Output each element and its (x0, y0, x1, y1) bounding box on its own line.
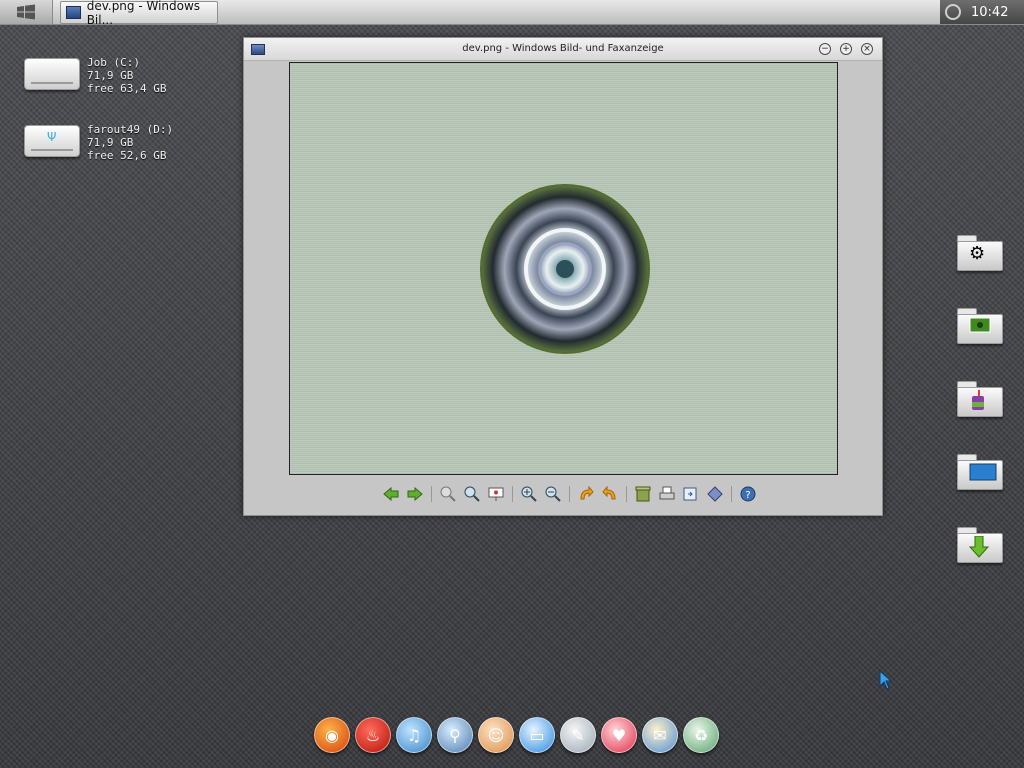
drive-name: farout49 (D:) (87, 123, 174, 136)
rotate-clockwise-icon[interactable] (577, 485, 595, 503)
drive-size: 71,9 GB (87, 69, 134, 82)
taskbar-window-button[interactable]: dev.png - Windows Bil... (60, 0, 218, 27)
image-display (289, 62, 838, 475)
taskbar-window-label: dev.png - Windows Bil... (86, 0, 201, 27)
toolbar-separator (431, 486, 432, 502)
print-icon[interactable] (658, 485, 676, 503)
minimize-button[interactable]: − (819, 43, 831, 55)
slideshow-icon[interactable] (487, 485, 505, 503)
windows-logo-icon (17, 4, 35, 20)
paint-icon[interactable]: ✎ (560, 717, 596, 753)
burn-icon[interactable]: ♨ (355, 717, 391, 753)
cup-icon (969, 390, 987, 417)
toolbar-separator (512, 486, 513, 502)
viewer-toolbar: ? (379, 485, 760, 503)
next-image-icon[interactable] (406, 485, 424, 503)
zoom-out-icon[interactable] (544, 485, 562, 503)
start-button[interactable] (0, 0, 53, 24)
window-icon (969, 463, 997, 486)
svg-text:?: ? (745, 490, 750, 501)
delete-icon[interactable] (634, 485, 652, 503)
firefox-icon[interactable]: ◉ (314, 717, 350, 753)
downloads-folder[interactable] (957, 527, 1003, 563)
toolbar-separator (569, 486, 570, 502)
maximize-button[interactable]: + (840, 43, 852, 55)
mail-icon[interactable]: ✉ (642, 717, 678, 753)
dock: ◉ ♨ ♫ ⚲ ☺ ▭ ✎ ♥ ✉ ♻ (314, 717, 724, 753)
window-titlebar[interactable]: dev.png - Windows Bild- und Faxanzeige −… (244, 38, 882, 61)
joystick-icon[interactable]: ⚲ (437, 717, 473, 753)
download-arrow-icon (968, 535, 990, 563)
help-icon[interactable]: ? (739, 485, 757, 503)
toolbar-separator (626, 486, 627, 502)
best-fit-icon[interactable] (439, 485, 457, 503)
usb-drive-icon: Ψ (24, 125, 80, 157)
clock: 10:42 (971, 4, 1009, 20)
system-tray: 10:42 (940, 0, 1024, 24)
copy-to-icon[interactable] (682, 485, 700, 503)
drinks-folder[interactable] (957, 381, 1003, 417)
taskbar: dev.png - Windows Bil... 10:42 (0, 0, 1024, 27)
heart-icon[interactable]: ♥ (601, 717, 637, 753)
drive-name: Job (C:) (87, 56, 140, 69)
image-viewer-window: dev.png - Windows Bild- und Faxanzeige −… (243, 37, 883, 516)
image-viewer-icon (66, 6, 81, 19)
recycle-bin-icon[interactable]: ♻ (683, 717, 719, 753)
hamster-icon[interactable]: ☺ (478, 717, 514, 753)
disc-image (480, 184, 650, 354)
settings-folder[interactable]: ⚙ (957, 235, 1003, 271)
mouse-cursor-icon (879, 670, 893, 690)
gear-icon: ⚙ (969, 243, 986, 264)
close-button[interactable]: × (861, 43, 873, 55)
rotate-counterclockwise-icon[interactable] (601, 485, 619, 503)
pictures-folder[interactable] (957, 308, 1003, 344)
window-title: dev.png - Windows Bild- und Faxanzeige (462, 43, 664, 54)
drive-size: 71,9 GB (87, 136, 134, 149)
monitor-icon[interactable]: ▭ (519, 717, 555, 753)
power-icon[interactable] (945, 4, 961, 20)
zoom-in-icon[interactable] (520, 485, 538, 503)
drive-d[interactable]: Ψ farout49 (D:) 71,9 GB free 52,6 GB (24, 123, 173, 162)
actual-size-icon[interactable] (463, 485, 481, 503)
drive-free: free 63,4 GB (87, 82, 167, 95)
toolbar-separator (731, 486, 732, 502)
previous-image-icon[interactable] (382, 485, 400, 503)
hard-drive-icon (24, 58, 80, 90)
window-folder[interactable] (957, 454, 1003, 490)
drive-c[interactable]: Job (C:) 71,9 GB free 63,4 GB (24, 56, 166, 95)
open-for-editing-icon[interactable] (706, 485, 724, 503)
picture-icon (969, 317, 991, 338)
music-icon[interactable]: ♫ (396, 717, 432, 753)
drive-free: free 52,6 GB (87, 149, 167, 162)
